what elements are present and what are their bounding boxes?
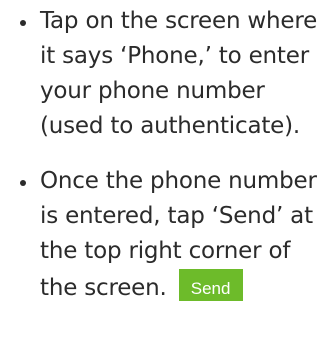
instruction-item-send: Once the phone number is entered, tap ‘S… xyxy=(14,164,320,306)
instruction-text-phone: Tap on the screen where it says ‘Phone,’… xyxy=(40,8,318,139)
bullet-icon xyxy=(20,20,26,26)
instruction-item-phone: Tap on the screen where it says ‘Phone,’… xyxy=(14,4,320,144)
send-button-illustration: Send xyxy=(178,269,243,301)
instruction-list: Tap on the screen where it says ‘Phone,’… xyxy=(14,4,320,306)
bullet-icon xyxy=(20,180,26,186)
